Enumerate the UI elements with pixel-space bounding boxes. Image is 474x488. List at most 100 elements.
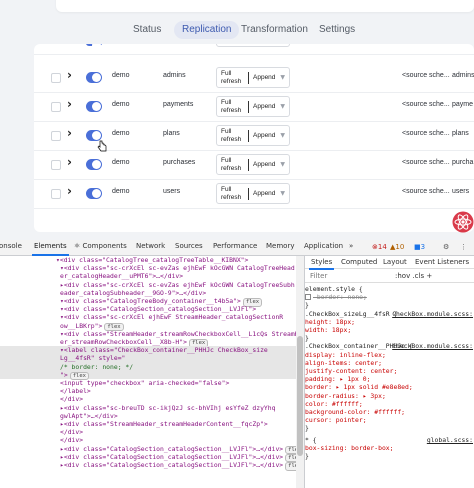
dom-line-selected[interactable]: "> flex <box>0 370 296 381</box>
row-checkbox[interactable] <box>51 102 61 112</box>
dom-line[interactable]: <input type="checkbox" aria-checked="fal… <box>0 379 296 387</box>
rule-declaration[interactable]: padding: ▸ 1px 0; <box>305 375 474 383</box>
dom-line[interactable]: eader_catalogSubheader__9GO-9">…</div> <box>0 289 296 297</box>
dom-line[interactable]: </div> <box>0 395 296 403</box>
rule-declaration[interactable]: background-color: #ffffff; <box>305 408 474 416</box>
tab-elements[interactable]: Elements <box>32 242 69 256</box>
chevron-right-icon[interactable]: › <box>67 184 72 198</box>
rule-declaration[interactable]: cursor: pointer; <box>305 416 474 424</box>
row-checkbox[interactable] <box>51 189 61 199</box>
sync-toggle[interactable] <box>86 188 102 199</box>
sync-toggle[interactable] <box>86 101 102 112</box>
tab-settings[interactable]: Settings <box>319 21 355 39</box>
property-checkbox[interactable] <box>305 294 311 301</box>
sync-mode-select[interactable]: refresh <box>216 44 290 47</box>
rule-selector: element.style { <box>305 285 363 293</box>
error-count-badge[interactable]: ⊗14 <box>372 243 387 251</box>
chevron-right-icon[interactable]: › <box>67 68 72 82</box>
row-checkbox[interactable] <box>51 160 61 170</box>
tab-styles[interactable]: Styles <box>308 258 335 270</box>
sync-mode-select[interactable]: Full refresh Append ▼ <box>216 125 290 146</box>
gear-icon[interactable]: ⚙ <box>443 243 449 251</box>
more-menu-icon[interactable]: ⋮ <box>460 243 467 251</box>
dom-line[interactable]: ▸<div class="sc-crXcEl sc-evZas ejhEwF k… <box>0 281 296 289</box>
chevron-down-icon: ▼ <box>280 103 285 110</box>
info-count-badge[interactable]: ■3 <box>414 243 425 251</box>
dom-line[interactable]: er_streamRowCheckboxCell__X8b-H"> flex <box>0 338 296 348</box>
tab-sources[interactable]: Sources <box>175 242 203 250</box>
sync-toggle[interactable] <box>86 72 102 83</box>
row-checkbox[interactable] <box>51 73 61 83</box>
sync-mode-label: refresh <box>221 44 241 47</box>
tab-replication[interactable]: Replication <box>174 21 240 39</box>
table-row: › demo users Full refresh Append ▼ <sourc… <box>34 180 474 209</box>
dom-line[interactable]: ▾<div class="sc-crXcEl ejhEwF StreamHead… <box>0 313 296 321</box>
dom-line[interactable]: ▾<div class="CatalogSection_catalogSecti… <box>0 305 296 313</box>
sync-mode-select[interactable]: Full refresh Append ▼ <box>216 183 290 204</box>
dom-line[interactable]: </div> <box>0 428 296 436</box>
chevron-right-icon[interactable]: › <box>67 126 72 140</box>
elements-scrollbar[interactable] <box>296 256 304 488</box>
sync-toggle[interactable] <box>86 159 102 170</box>
rule-declaration[interactable]: width: 18px; <box>305 326 474 334</box>
namespace-cell: demo <box>112 101 130 108</box>
chevron-right-icon[interactable]: › <box>67 155 72 169</box>
warning-count-badge[interactable]: ▲10 <box>390 243 404 251</box>
react-devtools-icon[interactable] <box>452 211 474 233</box>
dom-line[interactable]: ▸<div class="CatalogSection_catalogSecti… <box>0 461 296 471</box>
rule-declaration[interactable]: justify-content: center; <box>305 367 474 375</box>
sync-toggle[interactable] <box>86 44 102 50</box>
tab-network[interactable]: Network <box>136 242 165 250</box>
tab-event-listeners[interactable]: Event Listeners <box>415 258 469 266</box>
more-tabs-icon[interactable]: » <box>349 242 353 250</box>
style-source-link[interactable]: global.scss: <box>427 436 473 444</box>
sync-mode-select[interactable]: Full refresh Append ▼ <box>216 67 290 88</box>
dom-line[interactable]: ▾<div class="CatalogTree_catalogTreeTabl… <box>0 256 296 264</box>
row-checkbox[interactable] <box>51 131 61 141</box>
flex-badge[interactable]: flex <box>285 462 296 471</box>
rule-declaration[interactable]: border: none; <box>305 293 474 301</box>
rule-declaration[interactable]: height: 18px; <box>305 318 474 326</box>
stream-name-cell: purchases <box>163 159 196 166</box>
dom-line[interactable]: ▸<div class="CatalogSection_catalogSecti… <box>0 453 296 463</box>
dom-line[interactable]: ow__LBKrp"> flex <box>0 322 296 332</box>
tab-computed[interactable]: Computed <box>341 258 377 266</box>
tab-transformation[interactable]: Transformation <box>241 21 308 39</box>
tab-application[interactable]: Application <box>304 242 343 250</box>
dom-line[interactable]: ▾<div class="CatalogTreeBody_container__… <box>0 297 296 307</box>
dom-line-selected[interactable]: ▾<label class="CheckBox_container__PHHJc… <box>0 346 296 355</box>
style-source-link[interactable]: CheckBox.module.scss: <box>392 310 473 318</box>
dom-line[interactable]: </label> <box>0 387 296 395</box>
rule-close: } <box>305 301 309 310</box>
hov-cls-buttons[interactable]: :hov .cls + <box>395 272 432 280</box>
rule-declaration[interactable]: box-sizing: border-box; <box>305 444 474 452</box>
rule-declaration[interactable]: align-items: center; <box>305 359 474 367</box>
dom-line-selected[interactable]: /* border: none; */ <box>0 362 296 371</box>
tab-console[interactable]: onsole <box>0 242 22 250</box>
filter-input[interactable]: Filter <box>310 272 327 280</box>
dom-line[interactable]: ▾<div class="StreamHeader_streamRowCheck… <box>0 330 296 338</box>
tab-performance[interactable]: Performance <box>213 242 257 250</box>
rule-declaration[interactable]: border-radius: ▸ 3px; <box>305 392 474 400</box>
tab-components[interactable]: ⚛ Components <box>74 242 127 250</box>
dom-line[interactable]: ▸<div class="CatalogSection_catalogSecti… <box>0 445 296 455</box>
rule-declaration[interactable]: color: #ffffff; <box>305 400 474 408</box>
tab-memory[interactable]: Memory <box>266 242 294 250</box>
chevron-right-icon[interactable]: › <box>67 97 72 111</box>
dom-line[interactable]: er_catalogHeader__uPMT6">…</div> <box>0 272 296 280</box>
dom-line[interactable]: ▸<div class="StreamHeader_streamHeaderCo… <box>0 420 296 428</box>
dom-line[interactable]: ▾<div class="sc-crXcEl sc-evZas ejhEwF k… <box>0 264 296 272</box>
dom-line-selected[interactable]: Lg__4fsR" style=" <box>0 354 296 363</box>
dom-line[interactable]: gwlApt">…</div> <box>0 412 296 420</box>
rule-declaration[interactable]: display: inline-flex; <box>305 351 474 359</box>
tab-layout[interactable]: Layout <box>383 258 407 266</box>
style-source-link[interactable]: CheckBox.module.scss: <box>392 342 473 350</box>
scrollbar-thumb[interactable] <box>297 336 303 456</box>
dom-line[interactable]: </div> <box>0 436 296 444</box>
rule-declaration[interactable]: border: ▸ 1px solid #e8e8ed; <box>305 383 474 391</box>
destination-mode-label: Append <box>253 161 276 168</box>
sync-mode-select[interactable]: Full refresh Append ▼ <box>216 96 290 117</box>
sync-mode-select[interactable]: Full refresh Append ▼ <box>216 154 290 175</box>
dom-line[interactable]: ▸<div class="sc-breuTD sc-ikjQzJ sc-bhVI… <box>0 404 296 412</box>
tab-status[interactable]: Status <box>133 21 161 39</box>
